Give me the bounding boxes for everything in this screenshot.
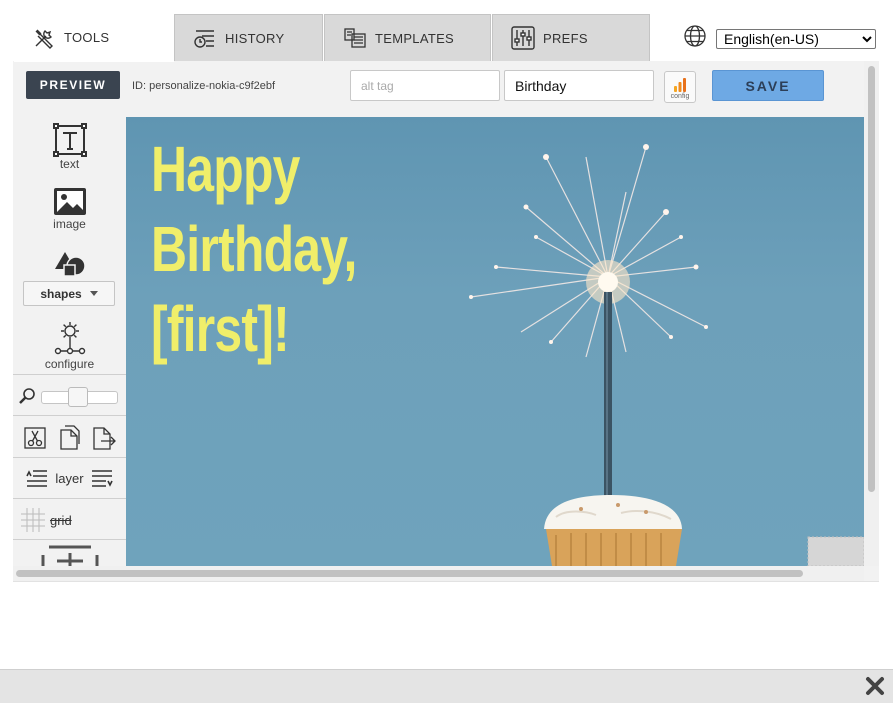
grid-icon xyxy=(21,508,45,532)
language-selector: English(en-US) xyxy=(683,24,876,53)
language-select[interactable]: English(en-US) xyxy=(716,28,876,49)
design-canvas[interactable]: Happy Birthday, [first]! xyxy=(126,117,864,566)
shapes-label: shapes xyxy=(40,286,82,301)
copy-icon[interactable] xyxy=(57,425,81,451)
greeting-line: Birthday, xyxy=(151,213,357,285)
horizontal-scrollbar[interactable] xyxy=(13,566,864,581)
vertical-scrollbar[interactable] xyxy=(864,61,879,566)
config-button[interactable]: config xyxy=(664,71,696,103)
gear-network-icon xyxy=(54,322,85,355)
tab-templates[interactable]: TEMPLATES xyxy=(324,14,491,61)
toolbox: text image shapes configure layer grid xyxy=(13,117,126,566)
sliders-icon xyxy=(511,26,535,50)
editor-topbar: PREVIEW ID: personalize-nokia-c9f2ebf co… xyxy=(13,61,864,117)
lower-panel xyxy=(13,581,879,669)
alt-tag-input[interactable] xyxy=(350,70,500,101)
tools-icon xyxy=(32,26,56,50)
horizontal-scroll-thumb[interactable] xyxy=(16,570,803,577)
caret-down-icon xyxy=(89,291,98,296)
tab-label: HISTORY xyxy=(225,30,285,46)
config-label: config xyxy=(670,93,690,100)
template-id: ID: personalize-nokia-c9f2ebf xyxy=(132,80,276,92)
shapes-dropdown[interactable]: shapes xyxy=(23,281,115,306)
add-element-icon[interactable] xyxy=(41,545,99,566)
bar-chart-icon xyxy=(674,78,686,92)
shapes-tool-icon-wrap xyxy=(13,251,126,277)
divider xyxy=(13,498,126,499)
image-tool-label: image xyxy=(53,217,86,231)
template-name-input[interactable] xyxy=(504,70,654,101)
tab-label: PREFS xyxy=(543,30,588,46)
divider xyxy=(13,539,126,540)
image-tool[interactable]: image xyxy=(13,187,126,231)
tab-bar: TOOLS HISTORY TEMPLATES PREFS xyxy=(14,13,654,62)
tab-tools[interactable]: TOOLS xyxy=(14,13,174,62)
layer-label: layer xyxy=(55,470,84,486)
greeting-line: Happy xyxy=(151,133,300,205)
shapes-icon xyxy=(54,252,86,277)
paste-icon[interactable] xyxy=(91,425,117,451)
tab-prefs[interactable]: PREFS xyxy=(492,14,650,61)
grid-toggle[interactable]: grid xyxy=(13,507,126,533)
zoom-slider-thumb[interactable] xyxy=(68,387,88,407)
greeting-line: [first]! xyxy=(151,293,290,365)
configure-label: configure xyxy=(44,357,95,371)
tab-history[interactable]: HISTORY xyxy=(174,14,323,61)
tab-label: TEMPLATES xyxy=(375,30,455,46)
bring-forward-icon[interactable] xyxy=(25,468,49,488)
zoom-control xyxy=(13,375,126,415)
divider xyxy=(13,415,126,416)
configure-tool[interactable]: configure xyxy=(13,319,126,371)
cut-icon[interactable] xyxy=(23,426,47,450)
text-tool-label: text xyxy=(59,157,80,171)
divider xyxy=(13,457,126,458)
grid-label: grid xyxy=(50,512,72,528)
send-backward-icon[interactable] xyxy=(90,468,114,488)
greeting-text[interactable]: Happy Birthday, [first]! xyxy=(151,129,357,369)
history-icon xyxy=(193,26,217,50)
layer-tools: layer xyxy=(13,465,126,491)
editor-panel: PREVIEW ID: personalize-nokia-c9f2ebf co… xyxy=(13,61,879,581)
templates-icon xyxy=(343,26,367,50)
text-tool-icon xyxy=(52,123,87,157)
preview-button[interactable]: PREVIEW xyxy=(26,71,120,99)
close-icon[interactable] xyxy=(865,676,885,696)
tab-label: TOOLS xyxy=(64,30,110,45)
vertical-scroll-thumb[interactable] xyxy=(868,66,875,492)
image-tool-icon xyxy=(53,188,86,215)
save-button[interactable]: SAVE xyxy=(712,70,824,101)
zoom-icon xyxy=(19,388,35,404)
footer-bar xyxy=(0,669,893,703)
clipboard-tools xyxy=(13,423,126,453)
text-tool[interactable]: text xyxy=(13,123,126,171)
globe-icon xyxy=(683,24,707,53)
